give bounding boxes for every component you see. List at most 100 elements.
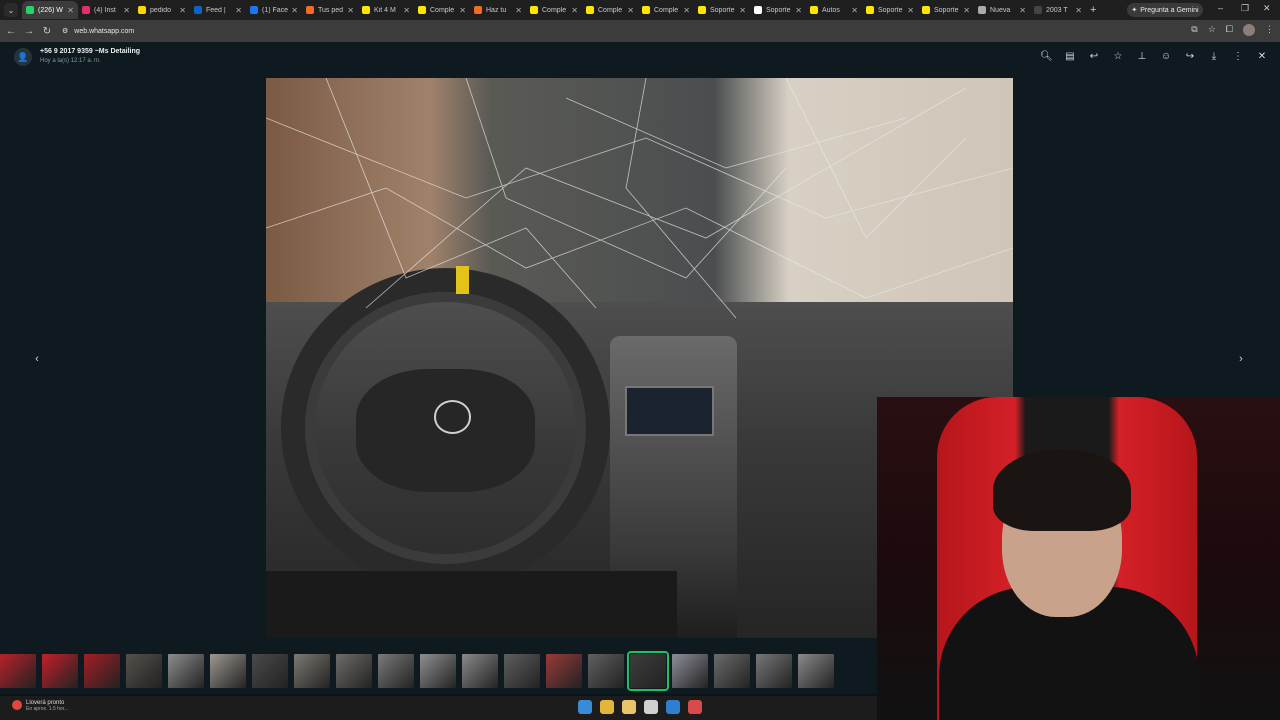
tab-close-icon[interactable]: ✕ bbox=[627, 6, 634, 15]
tab-close-icon[interactable]: ✕ bbox=[179, 6, 186, 15]
file-explorer-icon[interactable] bbox=[622, 700, 636, 714]
browser-tab[interactable]: 2003 T ✕ bbox=[1030, 1, 1086, 19]
media-thumbnail[interactable] bbox=[336, 654, 372, 688]
install-app-icon[interactable]: ⧉ bbox=[1191, 24, 1197, 36]
tab-close-icon[interactable]: ✕ bbox=[851, 6, 858, 15]
edge-icon[interactable] bbox=[666, 700, 680, 714]
tab-close-icon[interactable]: ✕ bbox=[1019, 6, 1026, 15]
media-thumbnail[interactable] bbox=[588, 654, 624, 688]
media-thumbnail[interactable] bbox=[378, 654, 414, 688]
media-thumbnail[interactable] bbox=[627, 651, 669, 691]
tab-close-icon[interactable]: ✕ bbox=[795, 6, 802, 15]
chevron-right-icon[interactable]: › bbox=[1232, 350, 1250, 368]
pin-icon[interactable]: ⊥ bbox=[1136, 51, 1148, 62]
browser-tab[interactable]: Soporte ✕ bbox=[862, 1, 918, 19]
tab-close-icon[interactable]: ✕ bbox=[347, 6, 354, 15]
site-info-icon[interactable]: ⚙ bbox=[62, 27, 68, 35]
store-icon[interactable] bbox=[644, 700, 658, 714]
media-thumbnail[interactable] bbox=[42, 654, 78, 688]
extensions-icon[interactable]: ⧠ bbox=[1226, 24, 1233, 36]
reply-icon[interactable]: ↩ bbox=[1088, 51, 1100, 62]
media-thumbnail[interactable] bbox=[126, 654, 162, 688]
browser-tab[interactable]: Soporte ✕ bbox=[750, 1, 806, 19]
media-thumbnail[interactable] bbox=[420, 654, 456, 688]
more-icon[interactable]: ⋮ bbox=[1232, 51, 1244, 62]
new-tab-button[interactable]: + bbox=[1090, 4, 1096, 16]
media-thumbnail[interactable] bbox=[294, 654, 330, 688]
restore-button[interactable]: ❐ bbox=[1241, 3, 1249, 14]
media-thumbnail[interactable] bbox=[0, 654, 36, 688]
browser-tab[interactable]: Comple ✕ bbox=[638, 1, 694, 19]
tab-close-icon[interactable]: ✕ bbox=[683, 6, 690, 15]
tab-close-icon[interactable]: ✕ bbox=[67, 6, 74, 15]
media-thumbnail[interactable] bbox=[504, 654, 540, 688]
zoom-icon[interactable]: 🔍︎ bbox=[1040, 51, 1053, 62]
browser-tab[interactable]: Haz tu ✕ bbox=[470, 1, 526, 19]
browser-tab[interactable]: pedido ✕ bbox=[134, 1, 190, 19]
weather-widget[interactable]: Lloverá pronto En aprox. 1.5 hor... bbox=[12, 700, 68, 712]
chevron-left-icon[interactable]: ‹ bbox=[28, 350, 46, 368]
caption-icon[interactable]: ▤ bbox=[1064, 51, 1076, 62]
media-thumbnail[interactable] bbox=[714, 654, 750, 688]
forward-button[interactable]: → bbox=[20, 26, 38, 37]
media-thumbnail[interactable] bbox=[672, 654, 708, 688]
browser-tab[interactable]: Autos ✕ bbox=[806, 1, 862, 19]
close-window-button[interactable]: ✕ bbox=[1263, 3, 1271, 14]
media-thumbnail[interactable] bbox=[210, 654, 246, 688]
browser-tab[interactable]: (1) Face ✕ bbox=[246, 1, 302, 19]
tab-close-icon[interactable]: ✕ bbox=[235, 6, 242, 15]
tab-favicon-icon bbox=[306, 6, 314, 14]
chrome-icon[interactable] bbox=[600, 700, 614, 714]
download-icon[interactable]: ⤓ bbox=[1208, 51, 1220, 62]
gemini-label: Pregunta a Gemini bbox=[1140, 6, 1199, 14]
media-thumbnail[interactable] bbox=[84, 654, 120, 688]
gemini-button[interactable]: ✦ Pregunta a Gemini bbox=[1127, 3, 1203, 17]
browser-tab[interactable]: (4) Inst ✕ bbox=[78, 1, 134, 19]
bookmark-star-icon[interactable]: ☆ bbox=[1208, 24, 1216, 36]
media-thumbnail[interactable] bbox=[252, 654, 288, 688]
media-thumbnail[interactable] bbox=[546, 654, 582, 688]
browser-tab[interactable]: Feed | ✕ bbox=[190, 1, 246, 19]
profile-avatar[interactable] bbox=[1243, 24, 1255, 36]
sender-avatar[interactable]: 👤 bbox=[14, 48, 32, 66]
browser-tab[interactable]: Soporte ✕ bbox=[918, 1, 974, 19]
tab-close-icon[interactable]: ✕ bbox=[515, 6, 522, 15]
browser-tab[interactable]: Kit 4 M ✕ bbox=[358, 1, 414, 19]
back-button[interactable]: ← bbox=[2, 26, 20, 37]
media-thumbnail[interactable] bbox=[168, 654, 204, 688]
star-icon[interactable]: ☆ bbox=[1112, 51, 1124, 62]
tab-favicon-icon bbox=[1034, 6, 1042, 14]
tab-label: Tus ped bbox=[318, 6, 344, 14]
tab-label: Kit 4 M bbox=[374, 6, 396, 14]
tab-close-icon[interactable]: ✕ bbox=[403, 6, 410, 15]
forward-icon[interactable]: ↪ bbox=[1184, 51, 1196, 62]
tab-label: Soporte bbox=[710, 6, 735, 14]
browser-tab[interactable]: Comple ✕ bbox=[582, 1, 638, 19]
browser-tab[interactable]: Tus ped ✕ bbox=[302, 1, 358, 19]
tab-close-icon[interactable]: ✕ bbox=[459, 6, 466, 15]
browser-menu-icon[interactable]: ⋮ bbox=[1265, 24, 1274, 36]
tab-search-button[interactable]: ⌄ bbox=[4, 3, 18, 17]
tab-close-icon[interactable]: ✕ bbox=[739, 6, 746, 15]
url-field[interactable]: ⚙ web.whatsapp.com bbox=[62, 27, 134, 36]
minimize-button[interactable]: – bbox=[1218, 3, 1223, 13]
app-icon[interactable] bbox=[688, 700, 702, 714]
tab-close-icon[interactable]: ✕ bbox=[907, 6, 914, 15]
tab-close-icon[interactable]: ✕ bbox=[1075, 6, 1082, 15]
tab-close-icon[interactable]: ✕ bbox=[571, 6, 578, 15]
reload-button[interactable]: ↻ bbox=[38, 26, 56, 37]
media-thumbnail[interactable] bbox=[756, 654, 792, 688]
media-thumbnail[interactable] bbox=[462, 654, 498, 688]
browser-tab[interactable]: Soporte ✕ bbox=[694, 1, 750, 19]
emoji-icon[interactable]: ☺ bbox=[1160, 51, 1172, 62]
start-icon[interactable] bbox=[578, 700, 592, 714]
tab-close-icon[interactable]: ✕ bbox=[123, 6, 130, 15]
tab-close-icon[interactable]: ✕ bbox=[963, 6, 970, 15]
browser-tab[interactable]: Comple ✕ bbox=[526, 1, 582, 19]
close-icon[interactable]: ✕ bbox=[1256, 51, 1268, 62]
media-thumbnail[interactable] bbox=[798, 654, 834, 688]
browser-tab[interactable]: Nueva ✕ bbox=[974, 1, 1030, 19]
browser-tab[interactable]: Comple ✕ bbox=[414, 1, 470, 19]
browser-tab[interactable]: (226) W ✕ bbox=[22, 1, 78, 19]
tab-close-icon[interactable]: ✕ bbox=[291, 6, 298, 15]
